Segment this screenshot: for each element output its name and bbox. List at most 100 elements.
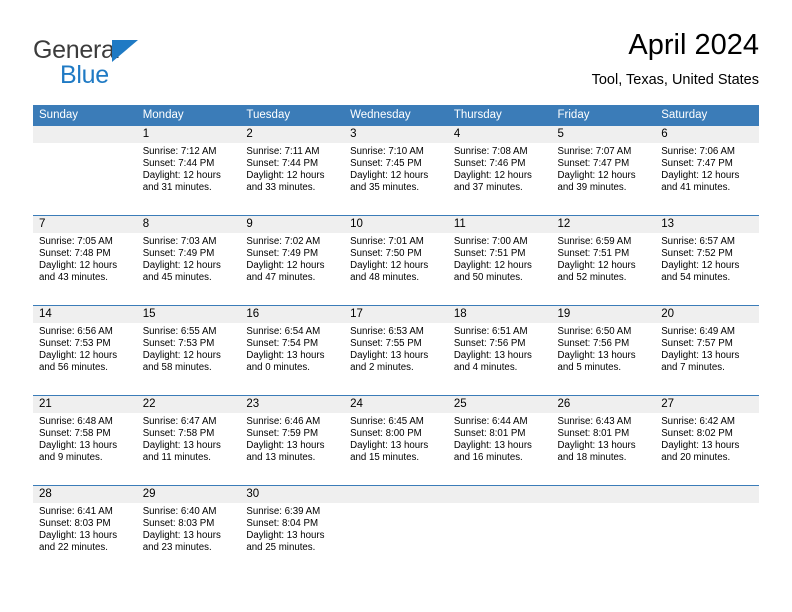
sun-info: Sunrise: 7:08 AM Sunset: 7:46 PM Daylight:… <box>448 143 552 194</box>
sun-info: Sunrise: 6:51 AM Sunset: 7:56 PM Daylight:… <box>448 323 552 374</box>
day-number: 27 <box>655 396 759 413</box>
sun-info-line-sunset: Sunset: 7:49 PM <box>142 248 215 260</box>
day-cell-inner: 25 Sunrise: 6:44 AM Sunset: 8:01 PM Dayligh… <box>447 396 552 485</box>
day-number: 19 <box>551 306 656 323</box>
calendar-day-cell[interactable]: 30 Sunrise: 6:39 AM Sunset: 8:04 PM Dayligh… <box>240 485 345 575</box>
triangle-logo-icon <box>112 40 138 62</box>
sun-info-line-sunset: Sunset: 8:03 PM <box>39 518 111 530</box>
calendar-day-cell[interactable]: 18 Sunrise: 6:51 AM Sunset: 7:56 PM Dayligh… <box>447 305 552 396</box>
sun-info-line-sunset: Sunset: 7:47 PM <box>557 158 630 170</box>
calendar-day-cell[interactable]: 17 Sunrise: 6:53 AM Sunset: 7:55 PM Dayligh… <box>344 305 448 396</box>
calendar-day-cell[interactable]: 25 Sunrise: 6:44 AM Sunset: 8:01 PM Dayligh… <box>447 395 552 486</box>
sun-info-line-sunset: Sunset: 7:53 PM <box>142 338 215 350</box>
sun-info-line-daylight-1: Daylight: 13 hours <box>557 440 636 452</box>
sun-info: Sunrise: 6:40 AM Sunset: 8:03 PM Daylight:… <box>137 503 241 554</box>
calendar-day-cell[interactable]: 6 Sunrise: 7:06 AM Sunset: 7:47 PM Daylight… <box>655 125 759 216</box>
calendar-day-cell[interactable]: 26 Sunrise: 6:43 AM Sunset: 8:01 PM Dayligh… <box>551 395 656 486</box>
day-number: 3 <box>344 126 448 143</box>
day-cell-inner: 19 Sunrise: 6:50 AM Sunset: 7:56 PM Dayligh… <box>551 306 656 395</box>
calendar-day-cell[interactable]: 19 Sunrise: 6:50 AM Sunset: 7:56 PM Dayligh… <box>551 305 656 396</box>
calendar-day-cell[interactable]: 16 Sunrise: 6:54 AM Sunset: 7:54 PM Dayligh… <box>240 305 345 396</box>
calendar-day-cell[interactable]: 22 Sunrise: 6:47 AM Sunset: 7:58 PM Dayligh… <box>136 395 241 486</box>
sun-info: Sunrise: 7:07 AM Sunset: 7:47 PM Daylight:… <box>552 143 656 194</box>
sun-info: Sunrise: 6:42 AM Sunset: 8:02 PM Daylight:… <box>655 413 759 464</box>
sun-info-line-daylight-2: and 23 minutes. <box>142 542 212 554</box>
sun-info: Sunrise: 6:49 AM Sunset: 7:57 PM Daylight:… <box>655 323 759 374</box>
calendar-day-cell[interactable]: 12 Sunrise: 6:59 AM Sunset: 7:51 PM Dayligh… <box>551 215 656 306</box>
calendar-day-cell[interactable]: 21 Sunrise: 6:48 AM Sunset: 7:58 PM Dayligh… <box>33 395 137 486</box>
sun-info-line-sunrise: Sunrise: 7:03 AM <box>142 236 217 247</box>
calendar-day-cell[interactable]: 20 Sunrise: 6:49 AM Sunset: 7:57 PM Dayligh… <box>655 305 759 396</box>
sun-info-line-sunrise: Sunrise: 6:57 AM <box>661 236 735 247</box>
calendar-day-cell[interactable]: 28 Sunrise: 6:41 AM Sunset: 8:03 PM Dayligh… <box>33 485 137 575</box>
sun-info-line-daylight-2: and 41 minutes. <box>661 182 731 194</box>
calendar-day-cell[interactable]: 3 Sunrise: 7:10 AM Sunset: 7:45 PM Daylight… <box>344 125 448 216</box>
calendar-day-cell[interactable]: 5 Sunrise: 7:07 AM Sunset: 7:47 PM Daylight… <box>551 125 656 216</box>
sun-info-line-daylight-2: and 16 minutes. <box>453 452 523 464</box>
sun-info-line-sunrise: Sunrise: 7:00 AM <box>453 236 528 247</box>
sun-info-line-daylight-2: and 33 minutes. <box>246 182 316 194</box>
general-blue-logo[interactable]: General Blue <box>33 36 253 92</box>
day-cell-inner <box>447 486 552 575</box>
day-number: 28 <box>33 486 137 503</box>
day-number <box>33 126 137 143</box>
calendar-day-cell[interactable]: 23 Sunrise: 6:46 AM Sunset: 7:59 PM Dayligh… <box>240 395 345 486</box>
sun-info <box>552 503 656 506</box>
sun-info-line-sunrise: Sunrise: 6:47 AM <box>142 416 217 427</box>
day-cell-inner: 8 Sunrise: 7:03 AM Sunset: 7:49 PM Daylight… <box>136 216 241 305</box>
sun-info-line-sunset: Sunset: 8:00 PM <box>350 428 422 440</box>
sun-info-line-daylight-1: Daylight: 13 hours <box>142 530 221 542</box>
calendar-day-cell[interactable]: 29 Sunrise: 6:40 AM Sunset: 8:03 PM Dayligh… <box>136 485 241 575</box>
calendar-day-cell[interactable]: 10 Sunrise: 7:01 AM Sunset: 7:50 PM Dayligh… <box>344 215 448 306</box>
day-cell-inner: 29 Sunrise: 6:40 AM Sunset: 8:03 PM Dayligh… <box>136 486 241 575</box>
sun-info-line-daylight-2: and 39 minutes. <box>557 182 627 194</box>
calendar-day-cell[interactable]: 24 Sunrise: 6:45 AM Sunset: 8:00 PM Dayligh… <box>344 395 448 486</box>
sun-info <box>448 503 552 506</box>
sun-info-line-daylight-1: Daylight: 12 hours <box>350 260 429 272</box>
sun-info-line-daylight-1: Daylight: 12 hours <box>557 260 636 272</box>
sun-info-line-daylight-1: Daylight: 12 hours <box>246 260 325 272</box>
weekday-header-monday: Monday <box>136 105 241 126</box>
calendar-day-cell[interactable]: 14 Sunrise: 6:56 AM Sunset: 7:53 PM Dayligh… <box>33 305 137 396</box>
calendar-day-cell[interactable]: 8 Sunrise: 7:03 AM Sunset: 7:49 PM Daylight… <box>136 215 241 306</box>
day-number: 18 <box>447 306 552 323</box>
sun-info-line-daylight-2: and 0 minutes. <box>246 362 310 374</box>
sun-info: Sunrise: 6:50 AM Sunset: 7:56 PM Daylight:… <box>552 323 656 374</box>
calendar-day-cell[interactable]: 1 Sunrise: 7:12 AM Sunset: 7:44 PM Daylight… <box>136 125 241 216</box>
sun-info: Sunrise: 6:53 AM Sunset: 7:55 PM Daylight:… <box>344 323 448 374</box>
day-cell-inner <box>33 126 137 215</box>
sun-info-line-sunset: Sunset: 7:59 PM <box>246 428 319 440</box>
day-cell-inner: 26 Sunrise: 6:43 AM Sunset: 8:01 PM Dayligh… <box>551 396 656 485</box>
calendar-day-cell[interactable]: 7 Sunrise: 7:05 AM Sunset: 7:48 PM Daylight… <box>33 215 137 306</box>
sun-info-line-sunset: Sunset: 7:55 PM <box>350 338 422 350</box>
calendar-day-cell[interactable]: 2 Sunrise: 7:11 AM Sunset: 7:44 PM Daylight… <box>240 125 345 216</box>
calendar-day-cell[interactable]: 9 Sunrise: 7:02 AM Sunset: 7:49 PM Daylight… <box>240 215 345 306</box>
sun-info <box>344 503 448 506</box>
logo-text-blue: Blue <box>60 61 109 89</box>
sun-info-line-daylight-2: and 47 minutes. <box>246 272 316 284</box>
weekday-header-thursday: Thursday <box>447 105 552 126</box>
sun-info-line-daylight-2: and 48 minutes. <box>350 272 420 284</box>
day-cell-inner: 6 Sunrise: 7:06 AM Sunset: 7:47 PM Daylight… <box>655 126 759 215</box>
day-number: 23 <box>240 396 345 413</box>
sun-info: Sunrise: 6:57 AM Sunset: 7:52 PM Daylight:… <box>655 233 759 284</box>
sun-info-line-daylight-1: Daylight: 12 hours <box>557 170 636 182</box>
sun-info-line-daylight-2: and 20 minutes. <box>661 452 731 464</box>
sun-info-line-daylight-2: and 50 minutes. <box>453 272 523 284</box>
sun-info-line-sunset: Sunset: 7:51 PM <box>453 248 526 260</box>
calendar-day-cell[interactable]: 4 Sunrise: 7:08 AM Sunset: 7:46 PM Daylight… <box>447 125 552 216</box>
calendar-day-cell[interactable]: 11 Sunrise: 7:00 AM Sunset: 7:51 PM Dayligh… <box>447 215 552 306</box>
calendar-day-cell[interactable]: 13 Sunrise: 6:57 AM Sunset: 7:52 PM Dayligh… <box>655 215 759 306</box>
day-cell-inner: 16 Sunrise: 6:54 AM Sunset: 7:54 PM Dayligh… <box>240 306 345 395</box>
calendar-day-cell[interactable]: 27 Sunrise: 6:42 AM Sunset: 8:02 PM Dayligh… <box>655 395 759 486</box>
day-cell-inner: 9 Sunrise: 7:02 AM Sunset: 7:49 PM Daylight… <box>240 216 345 305</box>
day-number: 12 <box>551 216 656 233</box>
sun-info-line-daylight-1: Daylight: 13 hours <box>350 350 429 362</box>
sun-info-line-sunset: Sunset: 7:54 PM <box>246 338 319 350</box>
sun-info-line-sunset: Sunset: 8:02 PM <box>661 428 733 440</box>
sun-info-line-daylight-1: Daylight: 12 hours <box>661 170 740 182</box>
sun-info-line-sunrise: Sunrise: 7:07 AM <box>557 146 632 157</box>
calendar-day-cell[interactable]: 15 Sunrise: 6:55 AM Sunset: 7:53 PM Dayligh… <box>136 305 241 396</box>
sun-info-line-daylight-2: and 31 minutes. <box>142 182 212 194</box>
day-number: 8 <box>136 216 241 233</box>
